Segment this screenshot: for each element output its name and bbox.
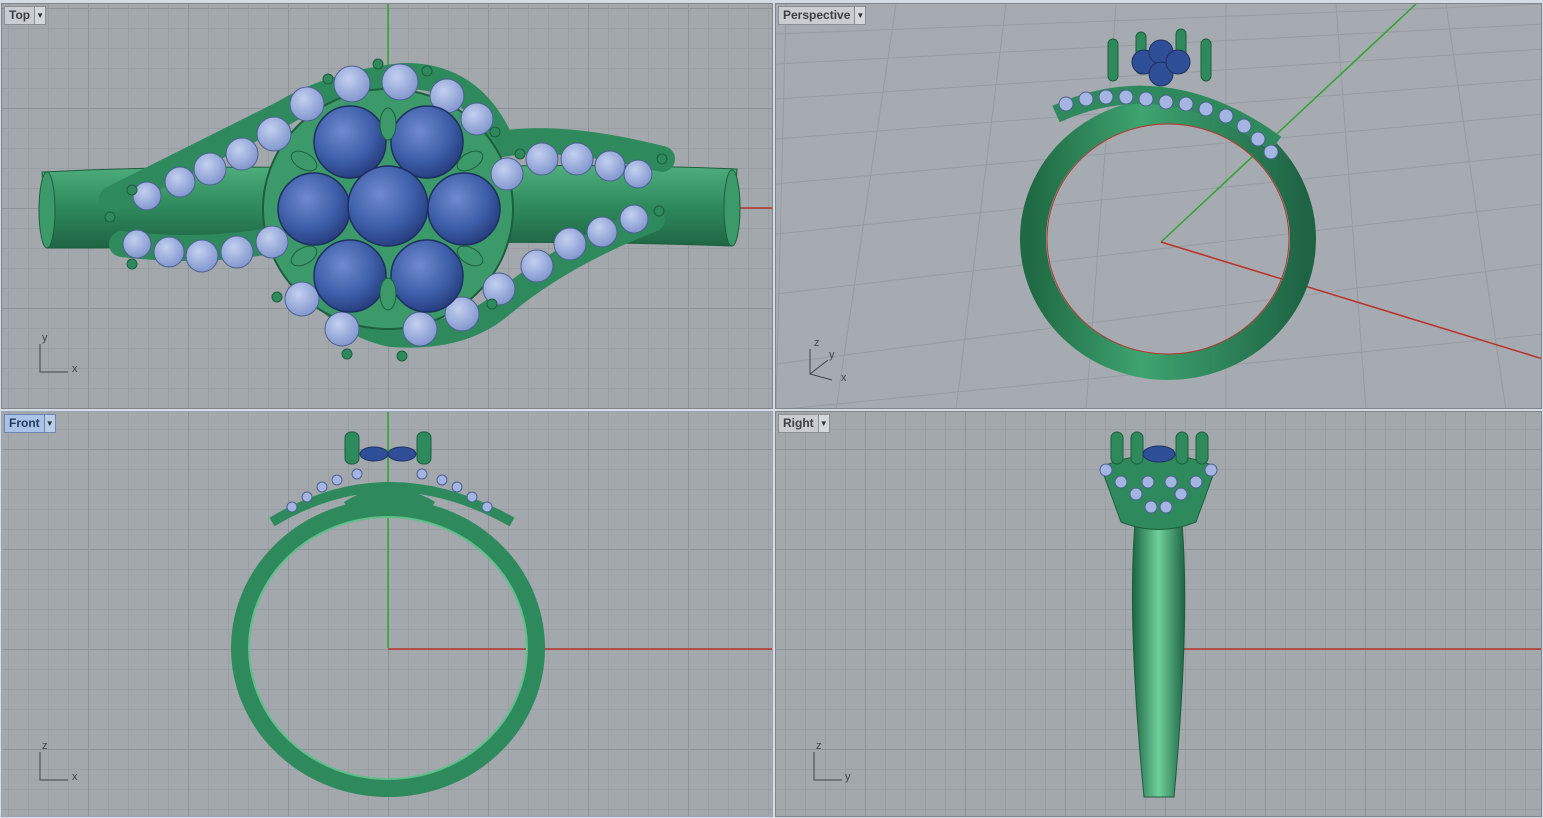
viewport-right[interactable]: z y Right ▼ [775, 411, 1542, 817]
viewport-title: Front [9, 416, 40, 430]
ring-right-view [813, 431, 1541, 798]
chevron-down-icon[interactable]: ▼ [817, 415, 829, 432]
viewport-title: Right [783, 416, 814, 430]
viewport-top[interactable]: y x Top ▼ [1, 3, 773, 409]
viewport-front[interactable]: z x Front ▼ [1, 411, 773, 817]
viewport-tab-perspective[interactable]: Perspective ▼ [778, 6, 867, 25]
viewport-tab-right[interactable]: Right ▼ [778, 414, 830, 433]
chevron-down-icon[interactable]: ▼ [34, 7, 46, 24]
axis-label-x: x [72, 363, 78, 375]
ring-front-view [39, 412, 772, 797]
ring-shank [1131, 511, 1186, 798]
axis-label-z: z [816, 740, 822, 752]
axis-label-x: x [72, 771, 78, 783]
ring-perspective-view [776, 4, 1541, 408]
viewport-tab-front[interactable]: Front ▼ [4, 414, 56, 433]
axis-label-x: x [841, 372, 847, 384]
x-axis-line [1160, 241, 1541, 360]
axis-label-y: y [42, 332, 48, 344]
center-stones [1142, 445, 1176, 463]
chevron-down-icon[interactable]: ▼ [854, 7, 866, 24]
chevron-down-icon[interactable]: ▼ [43, 415, 55, 432]
axis-label-y: y [845, 771, 851, 783]
ring-shank [1020, 98, 1316, 380]
ring-top-view [38, 4, 772, 373]
axis-label-z: z [42, 740, 48, 752]
viewport-title: Perspective [783, 8, 851, 22]
viewport-perspective[interactable]: z y x Perspective ▼ [775, 3, 1542, 409]
axis-label-y: y [829, 349, 835, 361]
axis-label-z: z [814, 337, 820, 349]
viewport-title: Top [9, 8, 31, 22]
viewport-tab-top[interactable]: Top ▼ [4, 6, 47, 25]
